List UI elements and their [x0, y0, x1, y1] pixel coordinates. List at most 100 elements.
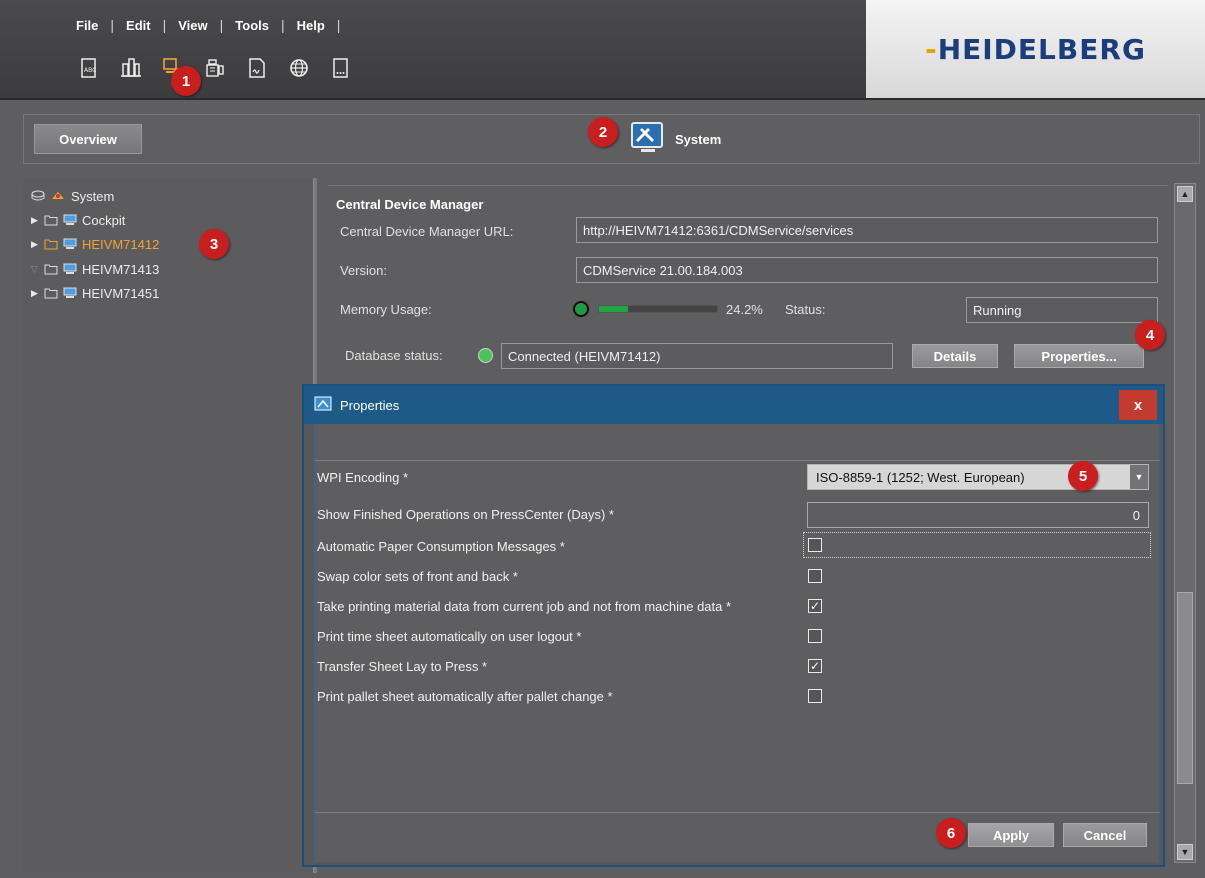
tree-item-label: HEIVM71413 [82, 261, 160, 277]
database-status-icon [478, 348, 493, 363]
toolbar: ABC [68, 48, 362, 88]
computer-icon [63, 287, 77, 299]
close-button[interactable]: x [1119, 390, 1157, 420]
dialog-body: WPI Encoding * ISO-8859-1 (1252; West. E… [314, 424, 1160, 862]
paper-consumption-label: Automatic Paper Consumption Messages * [317, 539, 565, 554]
expand-arrow-icon[interactable]: ▽ [31, 264, 39, 275]
divider [315, 460, 1160, 461]
system-root-icon [50, 189, 66, 204]
tree-item-label: HEIVM71451 [82, 285, 160, 301]
wpi-encoding-value: ISO-8859-1 (1252; West. European) [816, 469, 1025, 485]
step-badge-2: 2 [588, 117, 618, 147]
cdm-url-field[interactable]: http://HEIVM71412:6361/CDMService/servic… [576, 217, 1158, 243]
overview-button[interactable]: Overview [34, 124, 142, 154]
tree-item-cockpit[interactable]: ▶ Cockpit [31, 209, 125, 231]
details-button[interactable]: Details [912, 344, 998, 368]
apply-button[interactable]: Apply [968, 823, 1054, 847]
brand-area: -HEIDELBERG [866, 0, 1205, 98]
dialog-titlebar[interactable]: Properties x [304, 386, 1163, 424]
wpi-encoding-label: WPI Encoding * [317, 470, 409, 485]
expand-arrow-icon[interactable]: ▶ [31, 239, 39, 250]
paper-consumption-checkbox[interactable] [808, 538, 822, 552]
menu-help[interactable]: Help [285, 18, 337, 33]
svg-text:ABC: ABC [84, 67, 96, 74]
cdm-title: Central Device Manager [336, 197, 484, 212]
database-status-label: Database status: [345, 348, 443, 363]
step-badge-4: 4 [1135, 320, 1165, 350]
page-title: System [629, 121, 721, 157]
menu-bar: File | Edit | View | Tools | Help | [64, 14, 340, 36]
step-badge-1: 1 [171, 66, 201, 96]
database-status-field[interactable]: Connected (HEIVM71412) [501, 343, 893, 369]
tree-root[interactable]: System [31, 185, 114, 207]
tree-item-label: HEIVM71412 [82, 236, 160, 252]
swap-color-sets-label: Swap color sets of front and back * [317, 569, 518, 584]
time-sheet-label: Print time sheet automatically on user l… [317, 629, 582, 644]
document-dots-icon[interactable] [320, 50, 362, 86]
time-sheet-checkbox[interactable] [808, 629, 822, 643]
sheet-lay-checkbox[interactable]: ✓ [808, 659, 822, 673]
scroll-thumb[interactable] [1177, 592, 1193, 784]
tree-item-label: Cockpit [82, 212, 126, 228]
expand-arrow-icon[interactable]: ▶ [31, 215, 39, 226]
memory-usage-label: Memory Usage: [340, 302, 432, 317]
menu-separator: | [336, 17, 341, 33]
properties-button[interactable]: Properties... [1014, 344, 1144, 368]
chevron-down-icon[interactable]: ▼ [1130, 465, 1148, 489]
menu-file[interactable]: File [64, 18, 110, 33]
cdm-url-label: Central Device Manager URL: [340, 224, 514, 239]
step-badge-5: 5 [1068, 461, 1098, 491]
folder-icon [44, 214, 58, 226]
divider [315, 812, 1160, 813]
version-field[interactable]: CDMService 21.00.184.003 [576, 257, 1158, 283]
vertical-scrollbar[interactable]: ▲ ▼ [1174, 183, 1196, 863]
focus-outline [803, 532, 1151, 558]
columns-icon[interactable] [110, 50, 152, 86]
app-window: File | Edit | View | Tools | Help | ABC [0, 0, 1205, 878]
expand-arrow-icon[interactable]: ▶ [31, 288, 39, 299]
cancel-button[interactable]: Cancel [1063, 823, 1147, 847]
heidelberg-logo: -HEIDELBERG [925, 32, 1146, 66]
finished-operations-label: Show Finished Operations on PressCenter … [317, 507, 614, 522]
computer-icon [63, 263, 77, 275]
status-label: Status: [785, 302, 826, 317]
drive-icon [31, 190, 45, 202]
properties-dialog: Properties x WPI Encoding * ISO-8859-1 (… [302, 384, 1165, 867]
memory-usage-fill [599, 306, 628, 312]
tree-item-heivm71413[interactable]: ▽ HEIVM71413 [31, 258, 159, 280]
status-field[interactable]: Running [966, 297, 1158, 323]
folder-icon [44, 263, 58, 275]
properties-app-icon [314, 396, 332, 415]
scroll-down-icon[interactable]: ▼ [1177, 844, 1193, 860]
computer-icon [63, 238, 77, 250]
swap-color-sets-checkbox[interactable] [808, 569, 822, 583]
memory-status-icon [573, 301, 589, 317]
tree-item-heivm71451[interactable]: ▶ HEIVM71451 [31, 282, 159, 304]
system-tree: System ▶ Cockpit ▶ HEIVM71412 ▽ HEIVM714… [23, 178, 313, 873]
page-title-label: System [675, 131, 722, 147]
dialog-title: Properties [340, 397, 400, 413]
cdm-group: Central Device Manager Central Device Ma… [328, 185, 1168, 375]
tree-item-heivm71412[interactable]: ▶ HEIVM71412 [31, 233, 159, 255]
system-tools-icon [629, 121, 667, 158]
step-badge-6: 6 [936, 818, 966, 848]
pallet-sheet-label: Print pallet sheet automatically after p… [317, 689, 613, 704]
scroll-up-icon[interactable]: ▲ [1177, 186, 1193, 202]
tree-root-label: System [71, 188, 115, 204]
version-label: Version: [340, 263, 387, 278]
document-abc-icon[interactable]: ABC [68, 50, 110, 86]
globe-icon[interactable] [278, 50, 320, 86]
folder-icon [44, 287, 58, 299]
pallet-sheet-checkbox[interactable] [808, 689, 822, 703]
sheet-lay-label: Transfer Sheet Lay to Press * [317, 659, 488, 674]
menu-edit[interactable]: Edit [114, 18, 163, 33]
printing-material-label: Take printing material data from current… [317, 599, 732, 614]
finished-operations-days-input[interactable]: 0 [807, 502, 1149, 528]
signature-document-icon[interactable] [236, 50, 278, 86]
menu-view[interactable]: View [166, 18, 219, 33]
folder-icon [44, 238, 58, 250]
computer-icon [63, 214, 77, 226]
menu-tools[interactable]: Tools [223, 18, 281, 33]
memory-usage-value: 24.2% [726, 302, 763, 317]
printing-material-checkbox[interactable]: ✓ [808, 599, 822, 613]
